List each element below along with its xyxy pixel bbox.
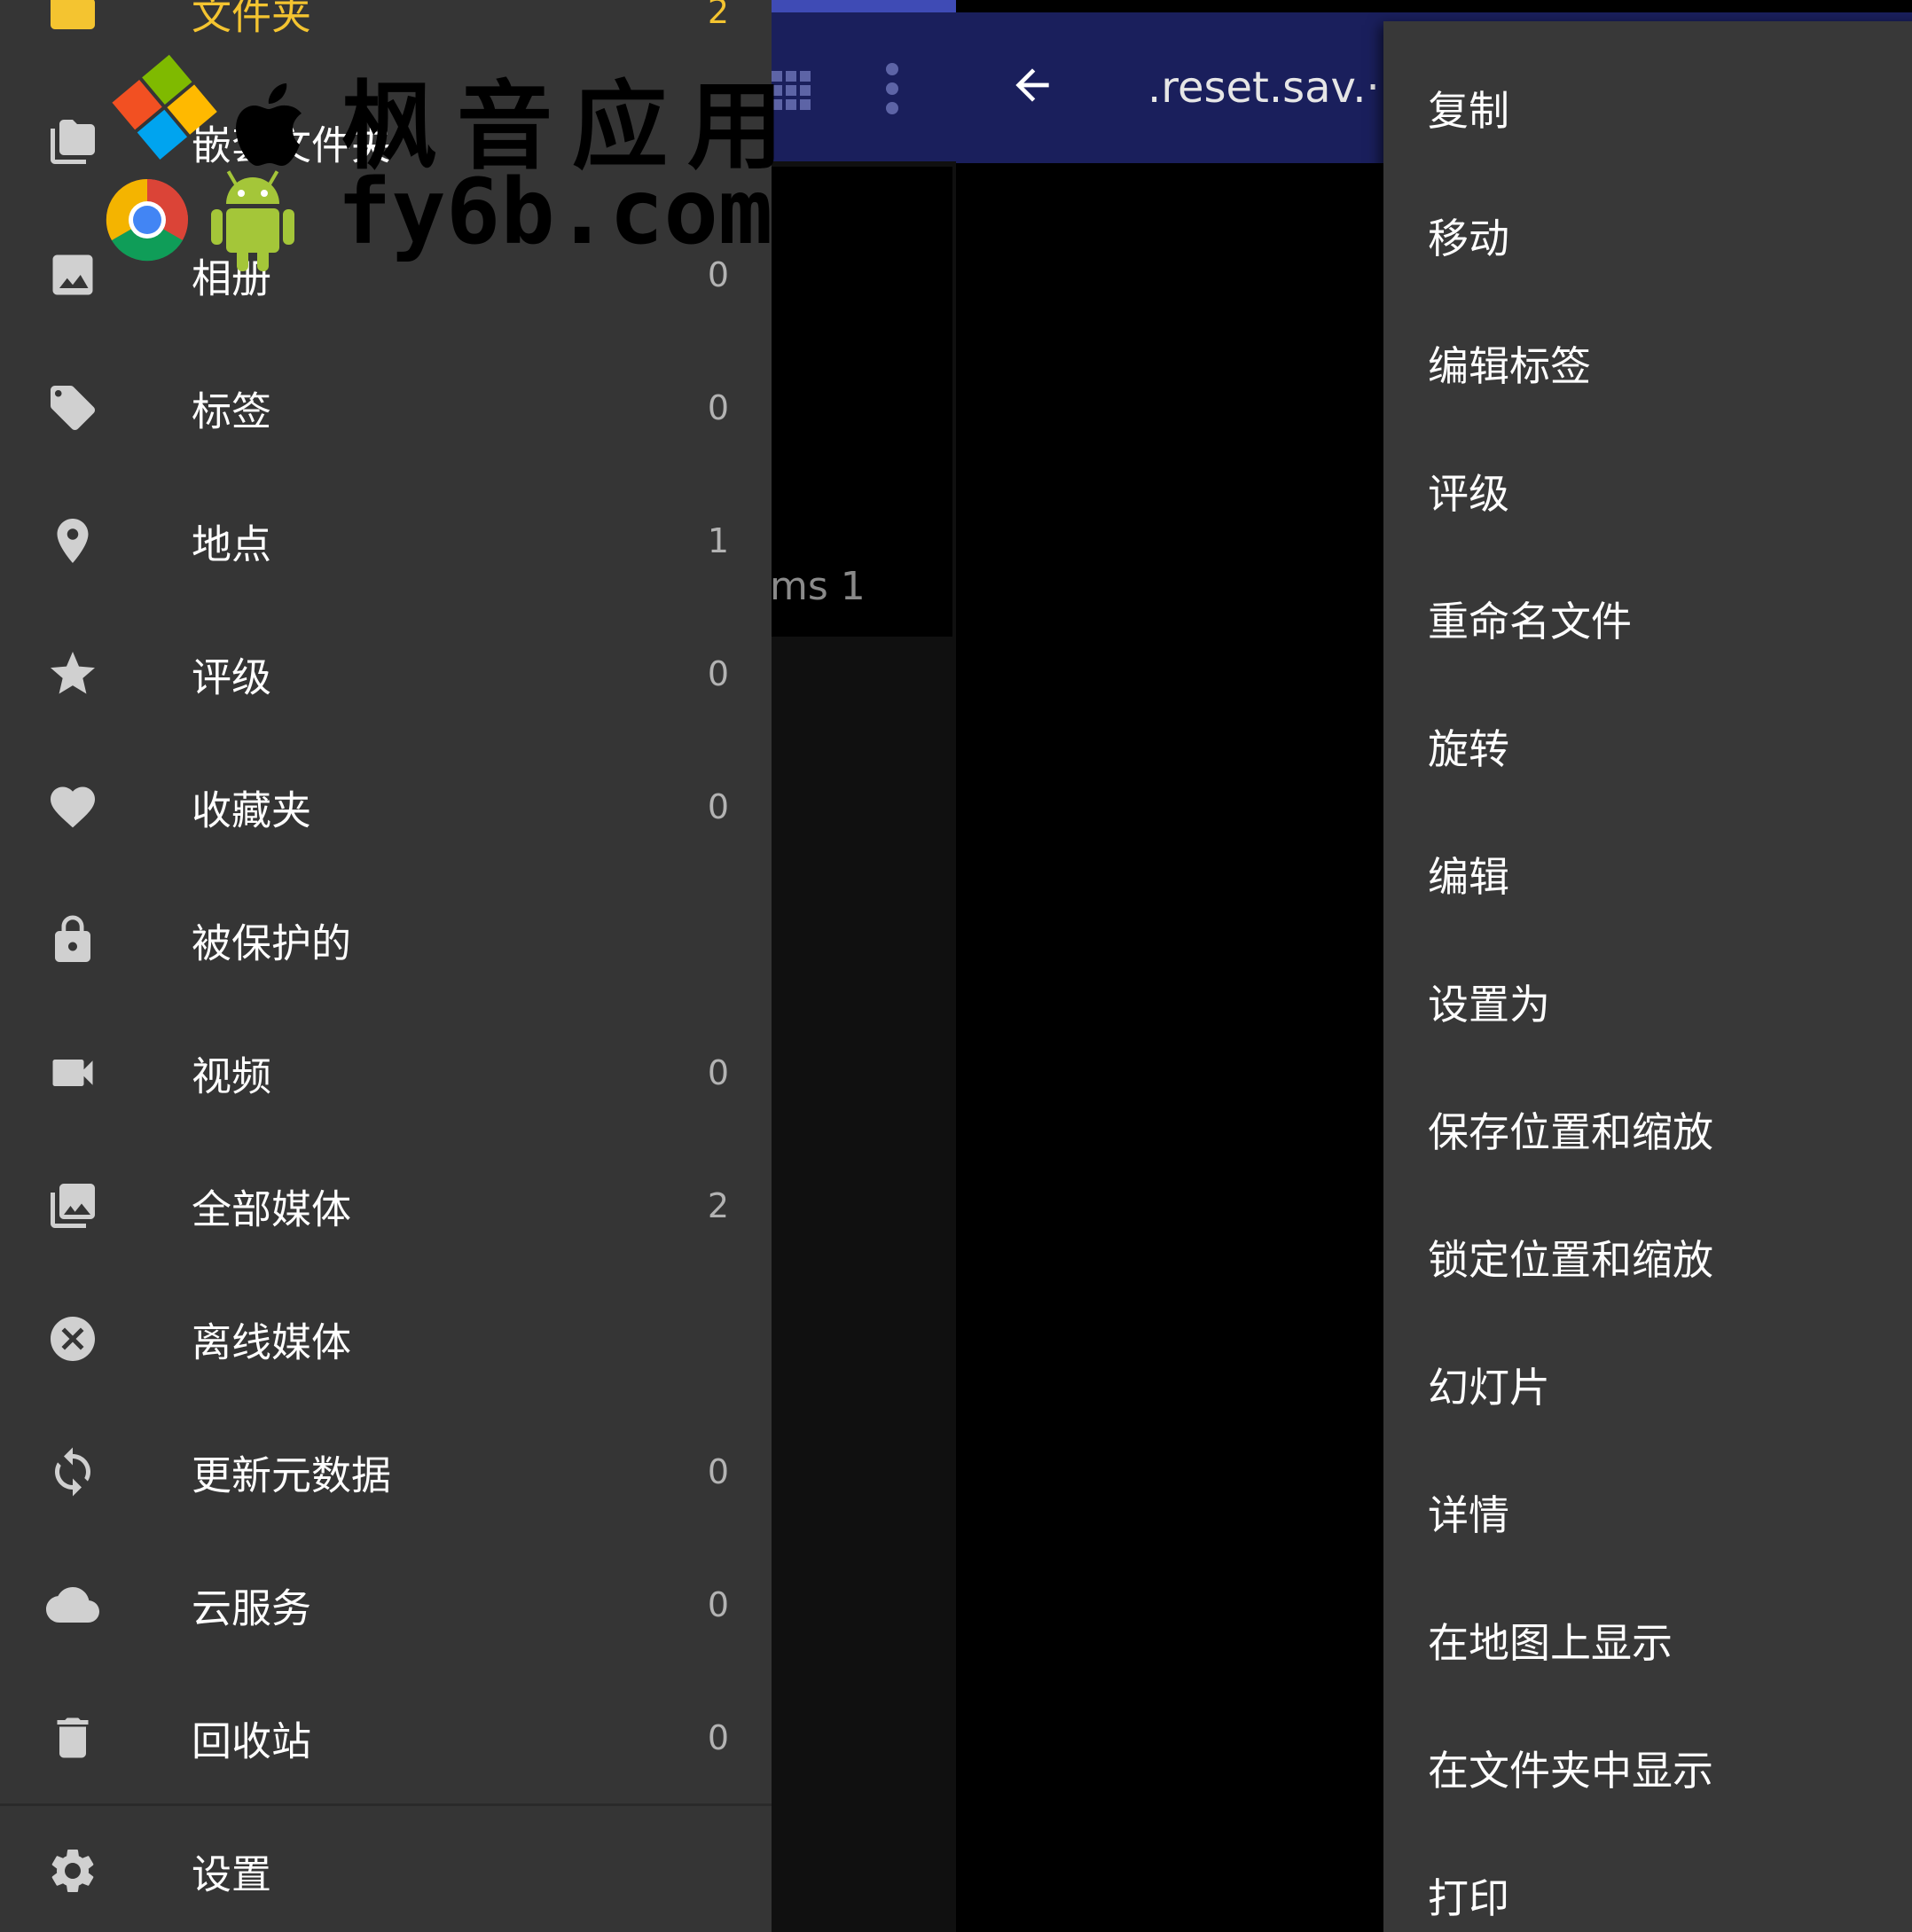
menu-item-slideshow[interactable]: 幻灯片 <box>1383 1321 1912 1448</box>
menu-item-label: 设置为 <box>1428 980 1550 1029</box>
cancel-circle-icon <box>51 1317 95 1361</box>
menu-item-label: 幻灯片 <box>1428 1363 1550 1412</box>
drawer-item-count: 0 <box>707 388 729 427</box>
drawer-item-recycle-bin[interactable]: 回收站 0 <box>0 1671 772 1804</box>
menu-item-label: 在地图上显示 <box>1428 1618 1673 1667</box>
menu-item-rotate[interactable]: 旋转 <box>1383 683 1912 810</box>
menu-item-rename-file[interactable]: 重命名文件 <box>1383 555 1912 682</box>
sync-icon <box>55 1447 90 1497</box>
drawer-item-label: 云服务 <box>192 1584 312 1632</box>
menu-item-label: 移动 <box>1428 214 1509 262</box>
drawer-item-label: 视频 <box>192 1052 272 1100</box>
drawer-item-count: 0 <box>707 1585 729 1624</box>
menu-item-label: 评级 <box>1428 469 1509 518</box>
menu-item-show-on-map[interactable]: 在地图上显示 <box>1383 1576 1912 1703</box>
cloud-icon <box>46 1587 99 1623</box>
drawer-item-count: 0 <box>707 1718 729 1757</box>
drawer-item-tags[interactable]: 标签 0 <box>0 341 772 474</box>
menu-item-label: 详情 <box>1428 1490 1509 1539</box>
android-logo-icon <box>211 170 294 271</box>
folder-icon <box>51 0 95 29</box>
navigation-drawer: 文件夹 2 嵌套文件夹 相册 0 标签 0 地点 1 评级 0 <box>0 0 772 1932</box>
heart-icon <box>51 786 95 828</box>
drawer-item-update-metadata[interactable]: 更新元数据 0 <box>0 1405 772 1538</box>
more-vert-icon[interactable] <box>885 62 899 115</box>
menu-item-label: 重命名文件 <box>1428 597 1632 645</box>
star-icon <box>51 652 95 694</box>
menu-item-label: 在文件夹中显示 <box>1428 1746 1713 1795</box>
trash-icon <box>57 1717 89 1758</box>
overflow-menu: 复制 移动 编辑标签 评级 重命名文件 旋转 编辑 设置为 保存位置和缩放 锁定… <box>1383 21 1912 1932</box>
photo-album-icon <box>52 254 93 295</box>
menu-item-rating[interactable]: 评级 <box>1383 427 1912 554</box>
left-screen: ms 1 文件夹 2 嵌套文件夹 相册 0 标签 0 地点 1 <box>0 0 956 1932</box>
back-arrow-icon[interactable] <box>1007 60 1057 110</box>
drawer-item-label: 评级 <box>192 653 272 701</box>
drawer-item-count: 0 <box>707 654 729 693</box>
drawer-item-label: 地点 <box>192 520 272 568</box>
menu-item-edit-tags[interactable]: 编辑标签 <box>1383 300 1912 426</box>
drawer-item-label: 更新元数据 <box>192 1451 392 1499</box>
drawer-item-favorites[interactable]: 收藏夹 0 <box>0 740 772 873</box>
lock-icon <box>55 915 90 962</box>
chrome-logo-icon <box>106 178 188 262</box>
photo-library-icon <box>51 1184 95 1228</box>
menu-item-move[interactable]: 移动 <box>1383 172 1912 299</box>
drawer-item-label: 收藏夹 <box>192 786 312 834</box>
file-name-title: .reset.sav.·· <box>1148 63 1393 113</box>
folder-item-count: ms 1 <box>770 564 866 609</box>
drawer-item-count: 0 <box>707 787 729 826</box>
tag-icon <box>51 386 95 430</box>
gear-icon <box>51 1850 94 1892</box>
windows-logo-icon <box>112 54 217 160</box>
drawer-item-count: 2 <box>707 0 729 31</box>
drawer-item-label: 标签 <box>192 387 272 435</box>
drawer-item-label: 被保护的 <box>192 919 352 967</box>
drawer-item-label: 设置 <box>192 1850 272 1898</box>
menu-item-set-as[interactable]: 设置为 <box>1383 938 1912 1065</box>
video-camera-icon <box>52 1060 93 1086</box>
drawer-item-count: 0 <box>707 1053 729 1092</box>
drawer-item-label: 回收站 <box>192 1717 312 1765</box>
menu-item-label: 旋转 <box>1428 724 1509 773</box>
menu-item-edit[interactable]: 编辑 <box>1383 810 1912 937</box>
drawer-item-label: 文件夹 <box>192 0 312 39</box>
drawer-item-settings[interactable]: 设置 <box>0 1804 772 1932</box>
menu-item-save-position-zoom[interactable]: 保存位置和缩放 <box>1383 1066 1912 1193</box>
folders-icon <box>51 120 95 164</box>
menu-item-label: 编辑 <box>1428 852 1509 901</box>
drawer-item-label: 全部媒体 <box>192 1185 352 1233</box>
menu-item-details[interactable]: 详情 <box>1383 1449 1912 1576</box>
drawer-item-offline-media[interactable]: 离线媒体 <box>0 1272 772 1405</box>
drawer-item-all-media[interactable]: 全部媒体 2 <box>0 1139 772 1272</box>
location-pin-icon <box>57 519 89 563</box>
drawer-item-label: 离线媒体 <box>192 1318 352 1366</box>
menu-item-label: 保存位置和缩放 <box>1428 1107 1713 1156</box>
drawer-item-places[interactable]: 地点 1 <box>0 474 772 607</box>
drawer-item-videos[interactable]: 视频 0 <box>0 1006 772 1139</box>
menu-item-label: 锁定位置和缩放 <box>1428 1235 1713 1284</box>
menu-item-label: 编辑标签 <box>1428 341 1591 390</box>
watermark: 枫音应用 fy6b.com <box>98 44 783 275</box>
menu-item-lock-position-zoom[interactable]: 锁定位置和缩放 <box>1383 1193 1912 1320</box>
menu-item-label: 打印 <box>1428 1873 1509 1922</box>
drawer-item-count: 2 <box>707 1186 729 1225</box>
menu-item-print[interactable]: 打印 <box>1383 1832 1912 1932</box>
right-screen: .reset.sav.·· 复制 移动 编辑标签 评级 重命名文件 旋转 编辑 … <box>956 0 1912 1932</box>
drawer-item-count: 0 <box>707 1452 729 1491</box>
menu-item-show-in-folder[interactable]: 在文件夹中显示 <box>1383 1704 1912 1831</box>
watermark-url-text: fy6b.com <box>337 160 773 265</box>
drawer-item-ratings[interactable]: 评级 0 <box>0 607 772 740</box>
menu-item-copy[interactable]: 复制 <box>1383 44 1912 171</box>
drawer-item-cloud-services[interactable]: 云服务 0 <box>0 1538 772 1671</box>
drawer-item-count: 1 <box>707 521 729 560</box>
menu-item-label: 复制 <box>1428 86 1509 135</box>
drawer-item-protected[interactable]: 被保护的 <box>0 873 772 1006</box>
